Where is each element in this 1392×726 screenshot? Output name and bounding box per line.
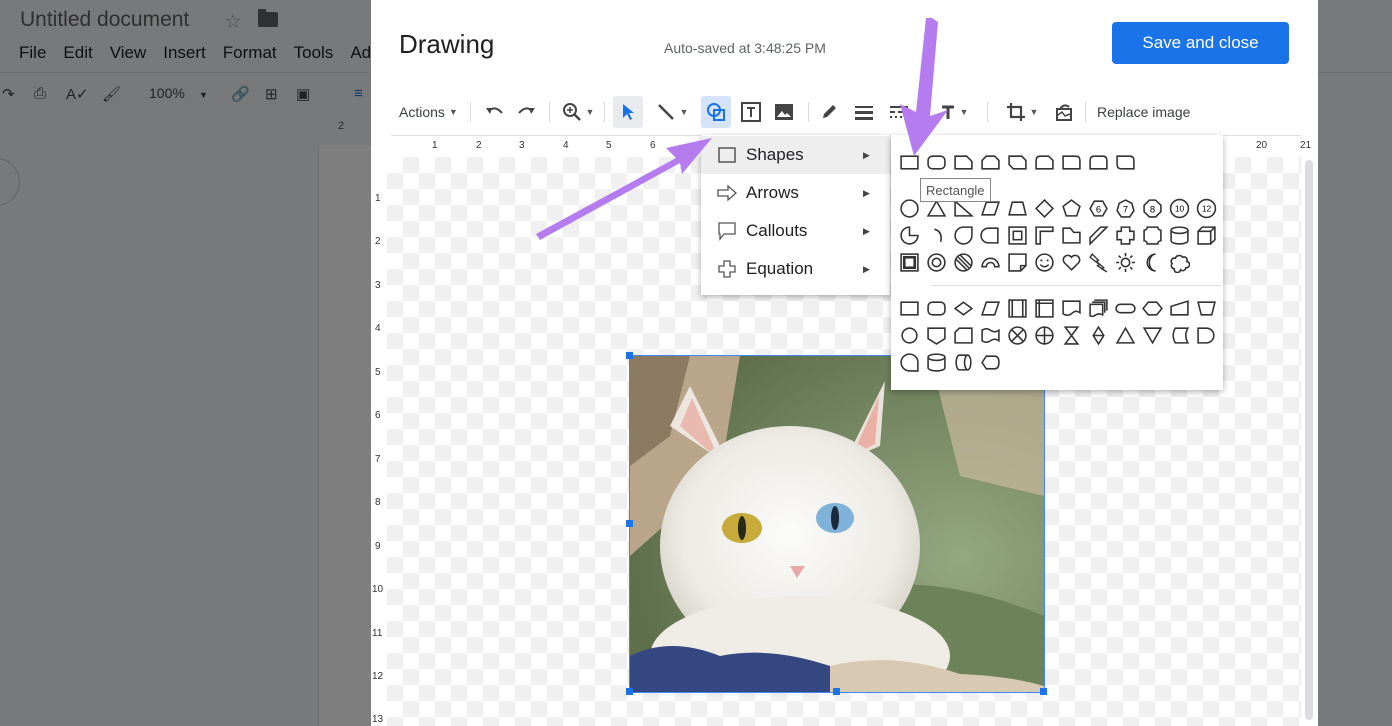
annotation-arrow-top	[900, 18, 948, 156]
annotation-arrows	[536, 18, 948, 240]
annotation-arrow-left	[536, 138, 712, 240]
